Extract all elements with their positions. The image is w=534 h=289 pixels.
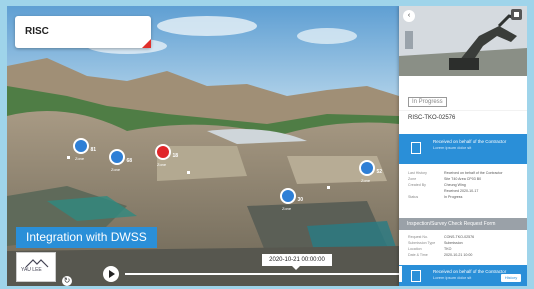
form-value: 2020-10-21 10:00 xyxy=(444,253,473,257)
site-photo: ‹ xyxy=(399,6,527,76)
details-list: Last History Received on behalf of the Co… xyxy=(399,164,527,218)
status-badge: In Progress xyxy=(408,97,447,107)
map-marker[interactable]: 68 Zone xyxy=(109,149,132,172)
marker-label: Zone xyxy=(111,167,121,172)
map-marker[interactable]: 52 Zone xyxy=(359,160,382,183)
form-key: Date & Time xyxy=(408,253,428,257)
marker-count: 52 xyxy=(376,169,382,175)
map-marker[interactable]: 81 Zone xyxy=(73,138,96,161)
reset-icon[interactable]: ↻ xyxy=(62,276,72,286)
reference-number: RISC-TKO-02576 xyxy=(399,110,527,134)
status-row: In Progress xyxy=(399,76,527,110)
history-card[interactable]: Received on behalf of the Contractor Lor… xyxy=(399,265,527,286)
risc-detail-panel: ‹ In Progress RISC-TKO-02576 Received on… xyxy=(399,6,527,286)
marker-count: 30 xyxy=(297,197,303,203)
risc-card-corner-flag xyxy=(142,39,151,48)
marker-count: 81 xyxy=(90,147,96,153)
received-card[interactable]: Received on behalf of the Contractor Lor… xyxy=(399,134,527,164)
timeline-tooltip: 2020-10-21 00:00:00 xyxy=(262,254,332,270)
marker-count: 18 xyxy=(172,153,178,159)
timeline-end-handle[interactable] xyxy=(399,266,402,282)
received-subtitle: Lorem ipsum dolor sit xyxy=(433,145,472,150)
detail-key: Status xyxy=(408,195,419,199)
section-title: Inspection/Survey Check Request Form xyxy=(399,218,527,230)
marker-count: 68 xyxy=(126,158,132,164)
timeline-track[interactable] xyxy=(125,273,399,275)
document-icon xyxy=(411,142,421,154)
risc-card-title: RISC xyxy=(25,26,49,37)
history-button[interactable]: History xyxy=(501,274,521,282)
app-frame: RISC 81 Zone 68 Zone 18 Zone 52 Zone 30 … xyxy=(7,6,527,286)
document-icon xyxy=(411,270,421,282)
excavator-photo xyxy=(399,6,527,76)
map-marker[interactable]: 30 Zone xyxy=(280,188,303,211)
marker-label: Zone xyxy=(282,206,292,211)
form-row: Date & Time 2020-10-21 10:00 xyxy=(408,252,519,258)
site-3d-view[interactable]: RISC 81 Zone 68 Zone 18 Zone 52 Zone 30 … xyxy=(7,6,399,286)
form-list: Request No. CONS-TKO-02576 Submission Typ… xyxy=(399,230,527,270)
company-logo: YAU LEE xyxy=(16,252,56,282)
marker-label: Zone xyxy=(157,162,167,167)
integration-banner: Integration with DWSS xyxy=(16,227,157,248)
marker-label: Zone xyxy=(75,156,85,161)
play-button[interactable] xyxy=(103,266,119,282)
layers-icon[interactable] xyxy=(511,9,522,20)
marker-label: Zone xyxy=(361,178,371,183)
photo-prev-button[interactable] xyxy=(405,31,413,49)
map-marker-alert[interactable]: 18 Zone xyxy=(155,144,178,167)
chevron-left-icon[interactable]: ‹ xyxy=(403,10,415,22)
logo-text: YAU LEE xyxy=(21,267,42,273)
detail-value: In Progress xyxy=(444,195,463,199)
risc-card[interactable]: RISC xyxy=(15,16,151,48)
detail-row: Status In Progress xyxy=(408,194,519,200)
